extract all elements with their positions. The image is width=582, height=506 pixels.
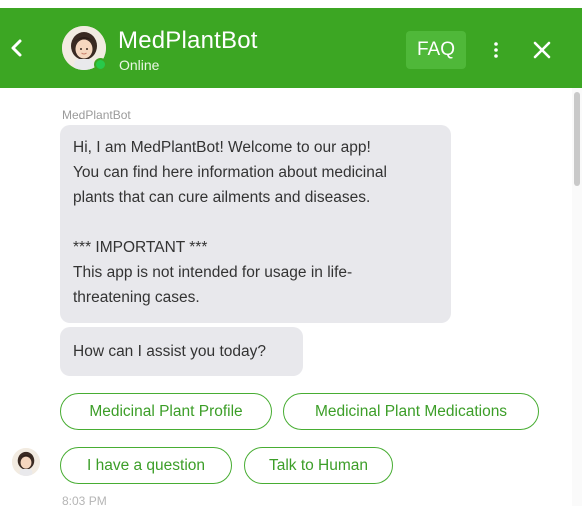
bot-message-welcome: Hi, I am MedPlantBot! Welcome to our app… [60, 125, 451, 323]
message-sender-label: MedPlantBot [62, 108, 131, 122]
chat-header: MedPlantBot Online FAQ [0, 8, 582, 88]
bot-avatar [62, 26, 107, 71]
chevron-left-icon [11, 39, 22, 57]
quick-reply-have-question[interactable]: I have a question [60, 447, 232, 484]
chat-messages[interactable]: MedPlantBot Hi, I am MedPlantBot! Welcom… [0, 88, 582, 506]
bot-message-assist: How can I assist you today? [60, 327, 303, 376]
quick-reply-plant-medications[interactable]: Medicinal Plant Medications [283, 393, 539, 430]
message-line: threatening cases. [73, 289, 200, 306]
faq-button[interactable]: FAQ [406, 31, 466, 69]
quick-reply-talk-to-human[interactable]: Talk to Human [244, 447, 393, 484]
bot-status: Online [119, 57, 160, 73]
message-timestamp: 8:03 PM [62, 494, 107, 506]
more-options-button[interactable] [487, 38, 505, 62]
message-line: This app is not intended for usage in li… [73, 264, 353, 281]
message-line: You can find here information about medi… [73, 164, 387, 181]
message-line: *** IMPORTANT *** [73, 239, 208, 256]
back-button[interactable] [4, 30, 30, 66]
close-button[interactable] [528, 36, 556, 64]
bot-avatar-small [12, 448, 40, 476]
bot-name: MedPlantBot [118, 27, 258, 54]
scrollbar-thumb[interactable] [574, 92, 580, 186]
message-line: plants that can cure ailments and diseas… [73, 189, 371, 206]
message-line: Hi, I am MedPlantBot! Welcome to our app… [73, 139, 371, 156]
close-icon [533, 41, 551, 59]
quick-reply-plant-profile[interactable]: Medicinal Plant Profile [60, 393, 272, 430]
more-vertical-icon [494, 42, 498, 58]
online-status-dot [94, 58, 107, 71]
window-top-edge [0, 0, 582, 8]
